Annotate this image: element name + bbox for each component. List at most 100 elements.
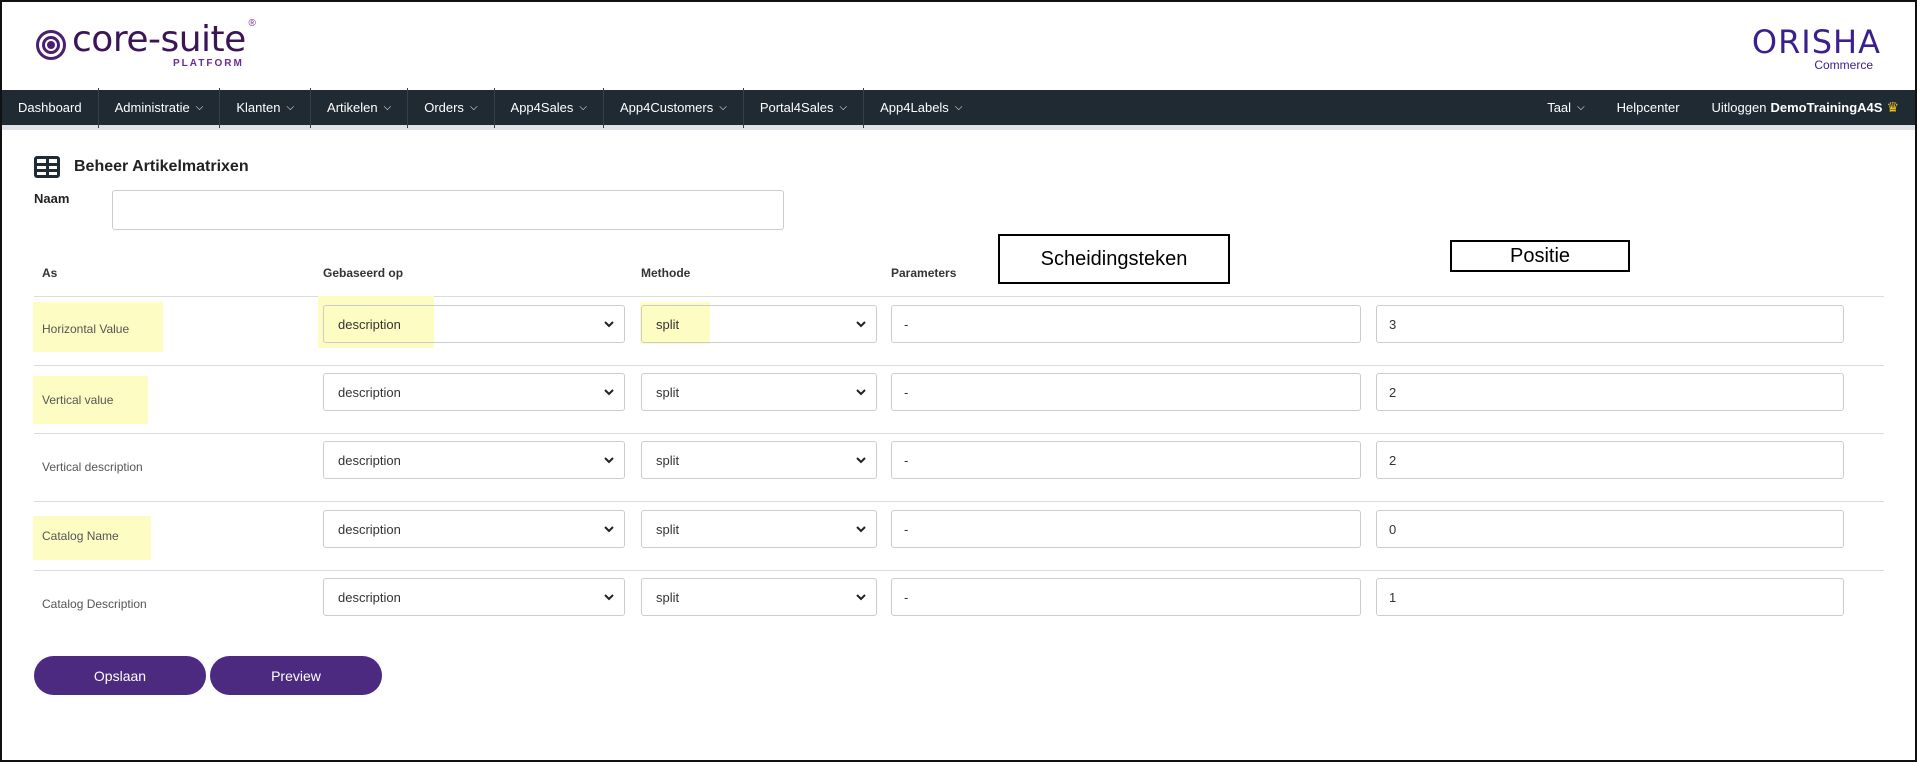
nav-administratie[interactable]: Administratie ⌵ [99, 87, 221, 128]
chevron-down-icon [856, 594, 866, 601]
positie-input[interactable]: 2 [1376, 373, 1844, 411]
positie-input[interactable]: 0 [1376, 510, 1844, 548]
save-button[interactable]: Opslaan [34, 656, 206, 695]
crown-icon: ♛ [1886, 99, 1899, 115]
partner-name: ORISHA [1751, 23, 1881, 61]
select-value: description [338, 316, 401, 332]
scheidingsteken-input[interactable]: - [891, 373, 1361, 411]
scheidingsteken-input[interactable]: - [891, 441, 1361, 479]
column-header-methode: Methode [641, 266, 691, 280]
as-label: Catalog Description [42, 597, 147, 611]
gebaseerd-op-select[interactable]: description [323, 305, 625, 343]
gebaseerd-op-select[interactable]: description [323, 441, 625, 479]
row-divider [34, 433, 1884, 434]
column-header-gebaseerd-op: Gebaseerd op [323, 266, 404, 280]
methode-select[interactable]: split [641, 578, 877, 616]
methode-select[interactable]: split [641, 305, 877, 343]
chevron-down-icon [604, 321, 614, 328]
methode-select[interactable]: split [641, 510, 877, 548]
row-divider [34, 365, 1884, 366]
select-value: split [656, 589, 680, 605]
core-suite-logo[interactable]: core-suite ® PLATFORM [36, 18, 256, 69]
as-label: Catalog Name [42, 529, 119, 543]
nav-label: App4Sales [510, 100, 574, 115]
nav-portal4sales[interactable]: Portal4Sales ⌵ [744, 87, 865, 128]
column-header-parameters: Parameters [891, 266, 957, 280]
chevron-down-icon: ⌵ [719, 102, 727, 113]
nav-label: App4Customers [620, 100, 714, 115]
select-value: split [656, 384, 680, 400]
nav-label: Administratie [114, 100, 190, 115]
scheidingsteken-input[interactable]: - [891, 305, 1361, 343]
nav-dashboard[interactable]: Dashboard [2, 87, 99, 128]
chevron-down-icon [856, 321, 866, 328]
select-value: description [338, 589, 401, 605]
column-header-as: As [42, 266, 58, 280]
nav-orders[interactable]: Orders ⌵ [408, 87, 495, 128]
nav-label: App4Labels [880, 100, 949, 115]
preview-button[interactable]: Preview [210, 656, 382, 695]
orisha-logo: ORISHA Commerce [1752, 24, 1881, 72]
nav-app4labels[interactable]: App4Labels ⌵ [864, 88, 978, 128]
logout-label: Uitloggen [1711, 100, 1767, 115]
callout-scheidingsteken: Scheidingsteken [998, 234, 1230, 284]
nav-app4customers[interactable]: App4Customers ⌵ [604, 87, 744, 128]
nav-label: Portal4Sales [759, 100, 834, 115]
nav-klanten[interactable]: Klanten ⌵ [220, 87, 312, 128]
brand-name: core-suite [72, 19, 246, 60]
chevron-down-icon [604, 457, 614, 464]
as-label: Vertical description [42, 460, 143, 474]
chevron-down-icon [604, 594, 614, 601]
nav-app4sales[interactable]: App4Sales ⌵ [495, 87, 605, 128]
select-value: description [338, 521, 401, 537]
positie-input[interactable]: 1 [1376, 578, 1844, 616]
positie-input[interactable]: 2 [1376, 441, 1844, 479]
as-label: Vertical value [42, 393, 114, 407]
chevron-down-icon: ⌵ [954, 102, 963, 113]
row-divider [34, 296, 1884, 297]
page-title-row: Beheer Artikelmatrixen [34, 156, 249, 178]
chevron-down-icon [856, 389, 866, 396]
nav-label: Klanten [236, 100, 281, 115]
chevron-down-icon: ⌵ [469, 102, 478, 113]
methode-select[interactable]: split [641, 441, 877, 479]
nav-artikelen[interactable]: Artikelen ⌵ [311, 87, 409, 128]
nav-label: Taal [1547, 100, 1572, 115]
chevron-down-icon [604, 389, 614, 396]
chevron-down-icon: ⌵ [286, 102, 295, 113]
chevron-down-icon [856, 526, 866, 533]
table-icon [34, 156, 60, 178]
naam-input[interactable] [112, 190, 784, 230]
nav-label: Orders [424, 100, 464, 115]
chevron-down-icon: ⌵ [1577, 102, 1585, 113]
chevron-down-icon: ⌵ [195, 102, 204, 113]
nav-language[interactable]: Taal ⌵ [1531, 88, 1600, 128]
methode-select[interactable]: split [641, 373, 877, 411]
page-title: Beheer Artikelmatrixen [74, 158, 249, 175]
callout-positie: Positie [1450, 240, 1630, 272]
select-value: split [656, 521, 680, 537]
nav-logout[interactable]: Uitloggen DemoTrainingA4S ♛ [1696, 88, 1915, 128]
chevron-down-icon: ⌵ [579, 102, 588, 113]
chevron-down-icon: ⌵ [383, 102, 392, 113]
positie-input[interactable]: 3 [1376, 305, 1844, 343]
chevron-down-icon [856, 457, 866, 464]
nav-helpcenter[interactable]: Helpcenter [1601, 88, 1696, 128]
chevron-down-icon: ⌵ [839, 102, 848, 113]
select-value: split [656, 452, 680, 468]
select-value: description [338, 452, 401, 468]
nav-label: Artikelen [327, 100, 378, 115]
core-suite-logo-icon [36, 30, 66, 60]
scheidingsteken-input[interactable]: - [891, 578, 1361, 616]
brand-subtitle: PLATFORM [173, 58, 244, 69]
gebaseerd-op-select[interactable]: description [323, 510, 625, 548]
main-navbar: Dashboard Administratie ⌵ Klanten ⌵ Artike… [2, 87, 1915, 130]
nav-label: Helpcenter [1616, 100, 1680, 115]
gebaseerd-op-select[interactable]: description [323, 578, 625, 616]
registered-mark: ® [248, 18, 256, 29]
naam-label: Naam [34, 191, 70, 206]
row-divider [34, 501, 1884, 502]
scheidingsteken-input[interactable]: - [891, 510, 1361, 548]
nav-label: Dashboard [18, 100, 82, 115]
gebaseerd-op-select[interactable]: description [323, 373, 625, 411]
